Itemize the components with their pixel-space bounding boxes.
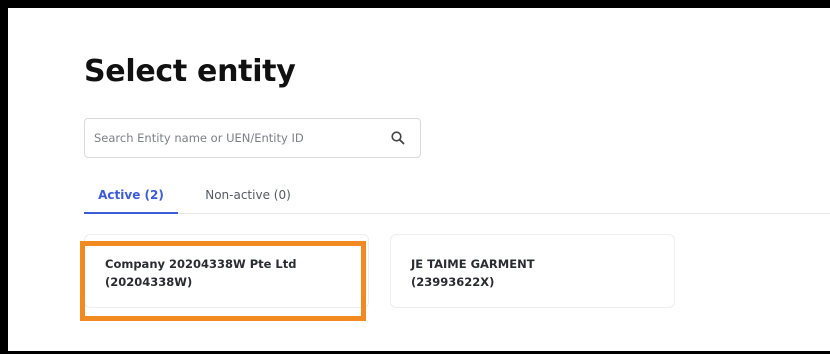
entity-name: JE TAIME GARMENT (411, 257, 535, 271)
entity-card-company-20204338w[interactable]: Company 20204338W Pte Ltd (20204338W) (84, 234, 369, 308)
entity-status-tabs: Active (2) Non-active (0) (84, 182, 830, 214)
search-box[interactable] (84, 118, 421, 158)
app-window: Select entity Active (2) Non-active (0) … (8, 8, 830, 351)
tab-active[interactable]: Active (2) (84, 182, 178, 214)
entity-uen: (23993622X) (411, 275, 495, 289)
entity-card-je-taime-garment[interactable]: JE TAIME GARMENT (23993622X) (390, 234, 675, 308)
search-input[interactable] (94, 119, 374, 157)
entity-name: Company 20204338W Pte Ltd (105, 257, 297, 271)
tab-non-active[interactable]: Non-active (0) (190, 182, 306, 214)
page-title: Select entity (84, 54, 296, 89)
search-icon[interactable] (390, 130, 406, 146)
entity-uen: (20204338W) (105, 275, 193, 289)
